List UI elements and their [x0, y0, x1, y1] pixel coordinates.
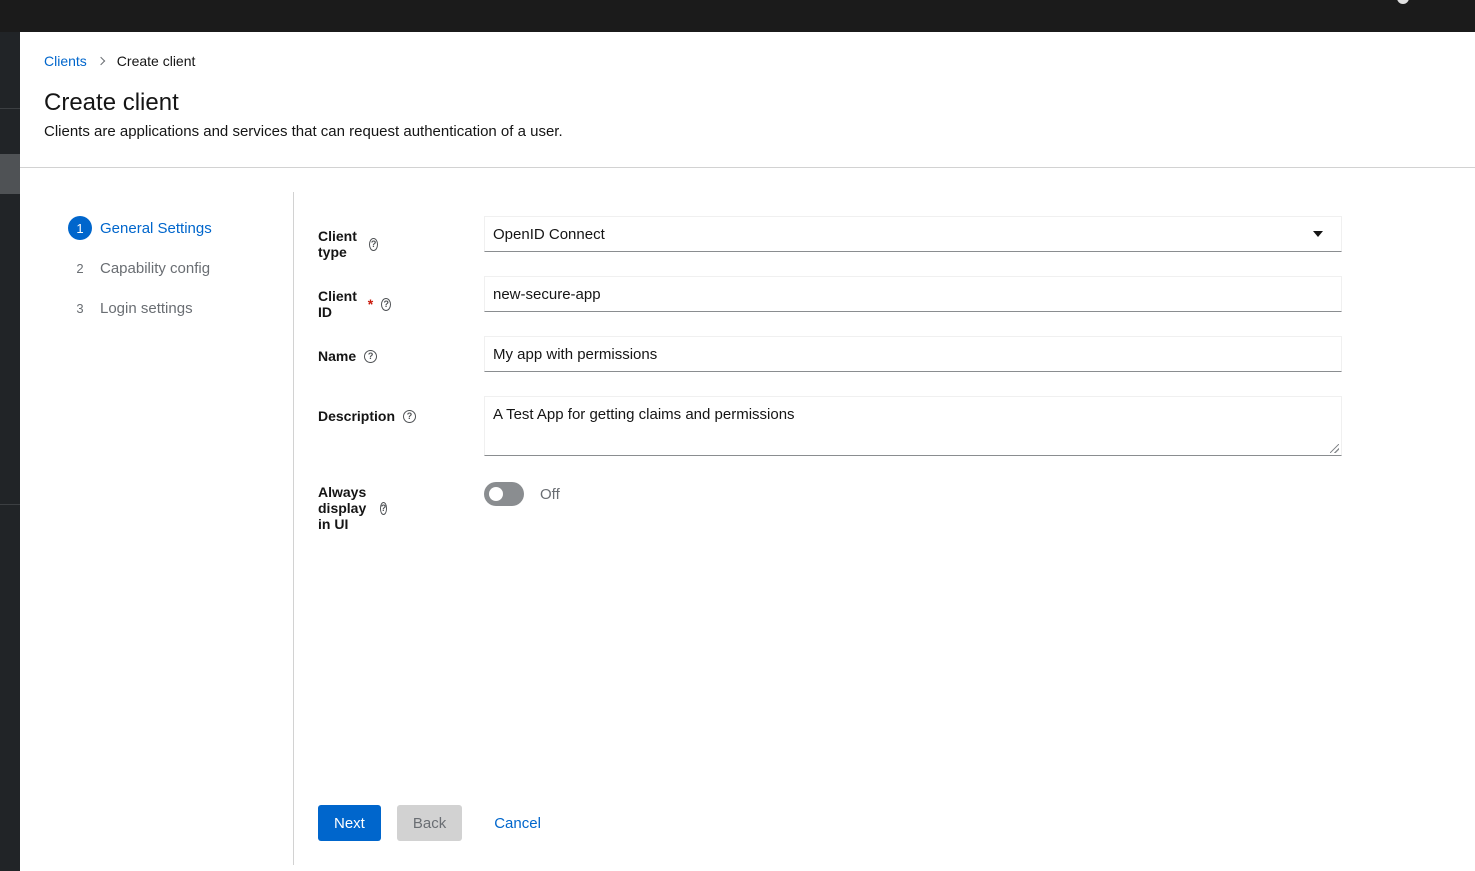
wizard-steps-nav: 1 General Settings 2 Capability config 3…	[20, 192, 294, 865]
always-display-toggle[interactable]	[484, 482, 524, 506]
resize-handle-icon[interactable]	[1330, 444, 1339, 453]
masthead	[0, 0, 1475, 32]
name-label: Name ?	[318, 348, 378, 364]
main-content: Clients Create client Create client Clie…	[20, 32, 1475, 871]
client-type-label: Client type ?	[318, 228, 378, 260]
breadcrumb-current: Create client	[116, 53, 196, 69]
back-button[interactable]: Back	[396, 805, 463, 841]
client-id-label-text: Client ID	[318, 288, 357, 320]
breadcrumb: Clients Create client	[44, 53, 195, 69]
always-display-toggle-wrap: Off	[484, 482, 560, 506]
description-label-text: Description	[318, 408, 396, 424]
sidebar-nav	[0, 32, 20, 871]
step-number: 3	[76, 300, 84, 316]
client-id-row: Client ID * ?	[318, 288, 392, 320]
name-row: Name ?	[318, 348, 378, 364]
client-id-label: Client ID * ?	[318, 288, 392, 320]
step-number: 2	[76, 260, 84, 276]
description-textarea[interactable]: A Test App for getting claims and permis…	[484, 396, 1342, 456]
breadcrumb-clients-link[interactable]: Clients	[44, 53, 87, 69]
help-icon[interactable]: ?	[369, 237, 378, 251]
page-title: Create client	[44, 89, 179, 116]
client-type-row: Client type ?	[318, 228, 378, 260]
chevron-right-icon	[96, 56, 106, 66]
cancel-button[interactable]: Cancel	[478, 805, 557, 841]
toggle-state-text: Off	[540, 485, 560, 503]
help-icon[interactable]: ?	[403, 409, 417, 423]
wizard-step-general-settings[interactable]: 1 General Settings	[68, 216, 212, 240]
next-button[interactable]: Next	[318, 805, 381, 841]
sidebar-item-active[interactable]	[0, 154, 20, 194]
caret-down-icon	[1313, 231, 1323, 237]
page-header: Clients Create client Create client Clie…	[20, 32, 1475, 168]
user-avatar-icon[interactable]	[1397, 0, 1409, 4]
client-type-select[interactable]: OpenID Connect	[484, 216, 1342, 252]
step-label: Login settings	[100, 299, 193, 317]
always-display-label: Always display in UI ?	[318, 484, 388, 532]
sidebar-divider	[0, 504, 20, 505]
wizard-step-login-settings[interactable]: 3 Login settings	[68, 296, 193, 320]
help-icon[interactable]: ?	[381, 297, 392, 311]
name-label-text: Name	[318, 348, 357, 364]
step-number: 1	[68, 216, 92, 240]
help-icon[interactable]: ?	[379, 501, 388, 515]
description-label: Description ?	[318, 408, 417, 424]
step-label: Capability config	[100, 259, 211, 277]
client-id-input[interactable]: new-secure-app	[484, 276, 1342, 312]
name-input[interactable]: My app with permissions	[484, 336, 1342, 372]
name-value: My app with permissions	[493, 345, 658, 363]
wizard-footer: Next Back Cancel	[318, 805, 557, 841]
toggle-knob	[489, 487, 503, 501]
description-value: A Test App for getting claims and permis…	[493, 406, 795, 423]
help-icon[interactable]: ?	[364, 349, 378, 363]
client-type-value: OpenID Connect	[493, 225, 605, 243]
step-label: General Settings	[100, 219, 212, 237]
description-row: Description ?	[318, 408, 417, 424]
client-type-label-text: Client type	[318, 228, 357, 260]
page-description: Clients are applications and services th…	[44, 123, 563, 140]
always-display-row: Always display in UI ?	[318, 484, 388, 532]
always-display-label-text: Always display in UI	[318, 484, 367, 532]
sidebar-divider	[0, 108, 20, 109]
create-client-wizard: 1 General Settings 2 Capability config 3…	[20, 169, 1475, 871]
wizard-step-capability-config[interactable]: 2 Capability config	[68, 256, 210, 280]
client-id-value: new-secure-app	[493, 285, 601, 303]
required-asterisk: *	[367, 296, 374, 312]
